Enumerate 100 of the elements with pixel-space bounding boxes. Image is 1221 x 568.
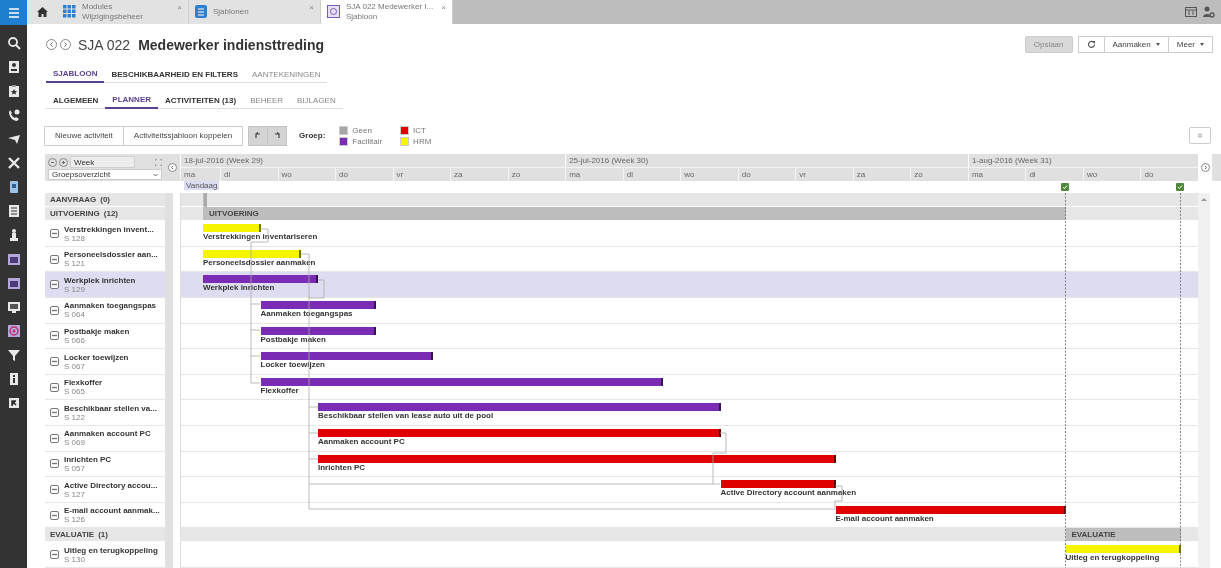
activity-name: Active Directory accou... bbox=[64, 480, 158, 490]
calendar-icon[interactable] bbox=[6, 252, 21, 266]
gantt-bar[interactable] bbox=[318, 454, 836, 463]
task-icon bbox=[50, 510, 59, 520]
day-label: vr bbox=[795, 167, 853, 182]
activity-name: Uitleg en terugkoppeling bbox=[64, 545, 158, 555]
menu-icon bbox=[6, 5, 21, 20]
activity-name: Beschikbaar stellen va... bbox=[64, 403, 157, 413]
bar-label: Uitleg en terugkoppeling bbox=[1065, 553, 1160, 563]
gantt-bar[interactable] bbox=[260, 377, 663, 386]
day-label: di bbox=[622, 167, 681, 182]
search-icon[interactable] bbox=[6, 36, 21, 50]
page-title: Medewerker indiensttreding bbox=[138, 36, 325, 53]
activity-name: Verstrekkingen invent... bbox=[64, 224, 154, 234]
gantt-bar[interactable] bbox=[260, 352, 433, 361]
tab-title: SJA 022 Medewerker I... bbox=[346, 1, 434, 12]
task-icon bbox=[50, 382, 59, 392]
group-count: (0) bbox=[100, 195, 110, 205]
gantt-bar[interactable] bbox=[318, 403, 721, 412]
activity-code: S 126 bbox=[64, 515, 86, 525]
sub-tab[interactable]: PLANNER bbox=[105, 92, 158, 110]
activity-code: S 066 bbox=[64, 335, 85, 345]
section-tab[interactable]: SJABLOON bbox=[46, 66, 105, 84]
filter-icon[interactable] bbox=[6, 348, 21, 362]
week-label: 18-jul-2016 (Week 29) bbox=[180, 154, 566, 168]
tab-title: Modules bbox=[82, 1, 114, 12]
dropdown-button[interactable]: Meer bbox=[1167, 36, 1213, 54]
activity-code: S 129 bbox=[64, 284, 85, 294]
phone-icon[interactable] bbox=[6, 108, 21, 122]
monitor-icon[interactable] bbox=[6, 300, 21, 314]
gantt-bar[interactable] bbox=[203, 275, 318, 284]
sub-tab[interactable]: BIJLAGEN bbox=[290, 92, 343, 110]
gantt-bar[interactable] bbox=[720, 480, 836, 489]
bar-label: Aanmaken account PC bbox=[318, 437, 405, 447]
day-label: wo bbox=[1082, 167, 1141, 182]
dropdown-button[interactable]: Aanmaken bbox=[1103, 36, 1169, 54]
chevron-right-icon bbox=[63, 42, 68, 48]
toolbar-button[interactable]: Nieuwe activiteit bbox=[44, 125, 124, 146]
document-tab[interactable]: Sjablonen × bbox=[189, 0, 321, 24]
undo-button[interactable] bbox=[248, 125, 269, 146]
refresh-button[interactable] bbox=[1077, 36, 1105, 54]
activity-row[interactable]: Werkplek inrichten S 129 bbox=[45, 272, 165, 299]
calendar-icon[interactable] bbox=[6, 276, 21, 290]
list-icon[interactable] bbox=[6, 204, 21, 218]
gantt-bar[interactable] bbox=[835, 505, 1066, 514]
activity-code: S 130 bbox=[64, 554, 85, 564]
gantt-bar[interactable] bbox=[203, 224, 261, 233]
close-button[interactable]: × bbox=[441, 3, 446, 12]
document-tab[interactable]: Modules Wijzigingsbeheer × bbox=[57, 0, 189, 24]
template-code: SJA 022 bbox=[78, 36, 131, 53]
info-icon bbox=[1198, 131, 1202, 141]
home-button[interactable] bbox=[27, 0, 57, 24]
gantt-bar[interactable] bbox=[260, 301, 376, 310]
milestone-icon[interactable] bbox=[1060, 183, 1069, 192]
task-icon bbox=[50, 357, 59, 367]
task-icon bbox=[50, 459, 59, 469]
undo-icon bbox=[254, 132, 263, 140]
activity-name: Aanmaken account PC bbox=[64, 429, 151, 439]
zoom-field[interactable]: Week bbox=[70, 156, 135, 169]
calendar-icon[interactable] bbox=[1185, 6, 1197, 18]
group-label: EVALUATIE bbox=[50, 530, 95, 540]
sub-tab[interactable]: ACTIVITEITEN (13) bbox=[158, 92, 244, 110]
day-label: za bbox=[852, 167, 911, 182]
task-icon bbox=[50, 229, 59, 239]
group-band: EVALUATIE bbox=[1065, 528, 1181, 542]
template-icon bbox=[327, 5, 340, 19]
toolbar-button[interactable]: Activiteitssjabloon koppelen bbox=[122, 125, 244, 146]
previous-button[interactable] bbox=[168, 163, 177, 173]
id-card-icon[interactable] bbox=[6, 60, 21, 74]
day-label: do bbox=[737, 167, 796, 182]
document-tab[interactable]: SJA 022 Medewerker I... Sjabloon × bbox=[321, 0, 453, 24]
redo-button[interactable] bbox=[267, 125, 288, 146]
bar-label: Flexkoffer bbox=[260, 385, 299, 395]
milestone-icon[interactable] bbox=[1175, 183, 1184, 192]
user-settings-icon[interactable] bbox=[1203, 5, 1215, 18]
legend-label: Groep: bbox=[299, 131, 326, 141]
section-tab[interactable]: BESCHIKBAARHEID EN FILTERS bbox=[104, 66, 245, 84]
gantt-bar[interactable] bbox=[260, 326, 376, 335]
day-label: zo bbox=[507, 167, 566, 182]
tab-title: Sjablonen bbox=[213, 6, 249, 17]
scrollbar[interactable] bbox=[1198, 193, 1210, 568]
redo-icon bbox=[273, 132, 282, 140]
activity-code: S 064 bbox=[64, 310, 86, 320]
bar-label: Aanmaken toegangspas bbox=[260, 309, 353, 319]
bar-label: Werkplek inrichten bbox=[203, 283, 275, 293]
section-tab[interactable]: AANTEKENINGEN bbox=[245, 66, 328, 84]
group-count: (12) bbox=[103, 209, 118, 219]
clipboard-icon[interactable] bbox=[6, 84, 21, 98]
activity-code: S 057 bbox=[64, 463, 86, 473]
target-icon[interactable] bbox=[6, 324, 21, 338]
view-select[interactable]: Groepsoverzicht bbox=[48, 169, 162, 181]
day-label: wo bbox=[680, 167, 738, 182]
sub-tab[interactable]: ALGEMEEN bbox=[46, 92, 106, 110]
day-label: do bbox=[1140, 167, 1198, 182]
tools-icon[interactable] bbox=[6, 156, 21, 170]
week-label: 1-aug-2016 (Week 31) bbox=[967, 154, 1198, 168]
activity-code: S 121 bbox=[64, 259, 86, 269]
task-icon bbox=[50, 305, 59, 315]
sub-tab[interactable]: BEHEER bbox=[243, 92, 291, 110]
gantt-bar[interactable] bbox=[318, 429, 721, 438]
